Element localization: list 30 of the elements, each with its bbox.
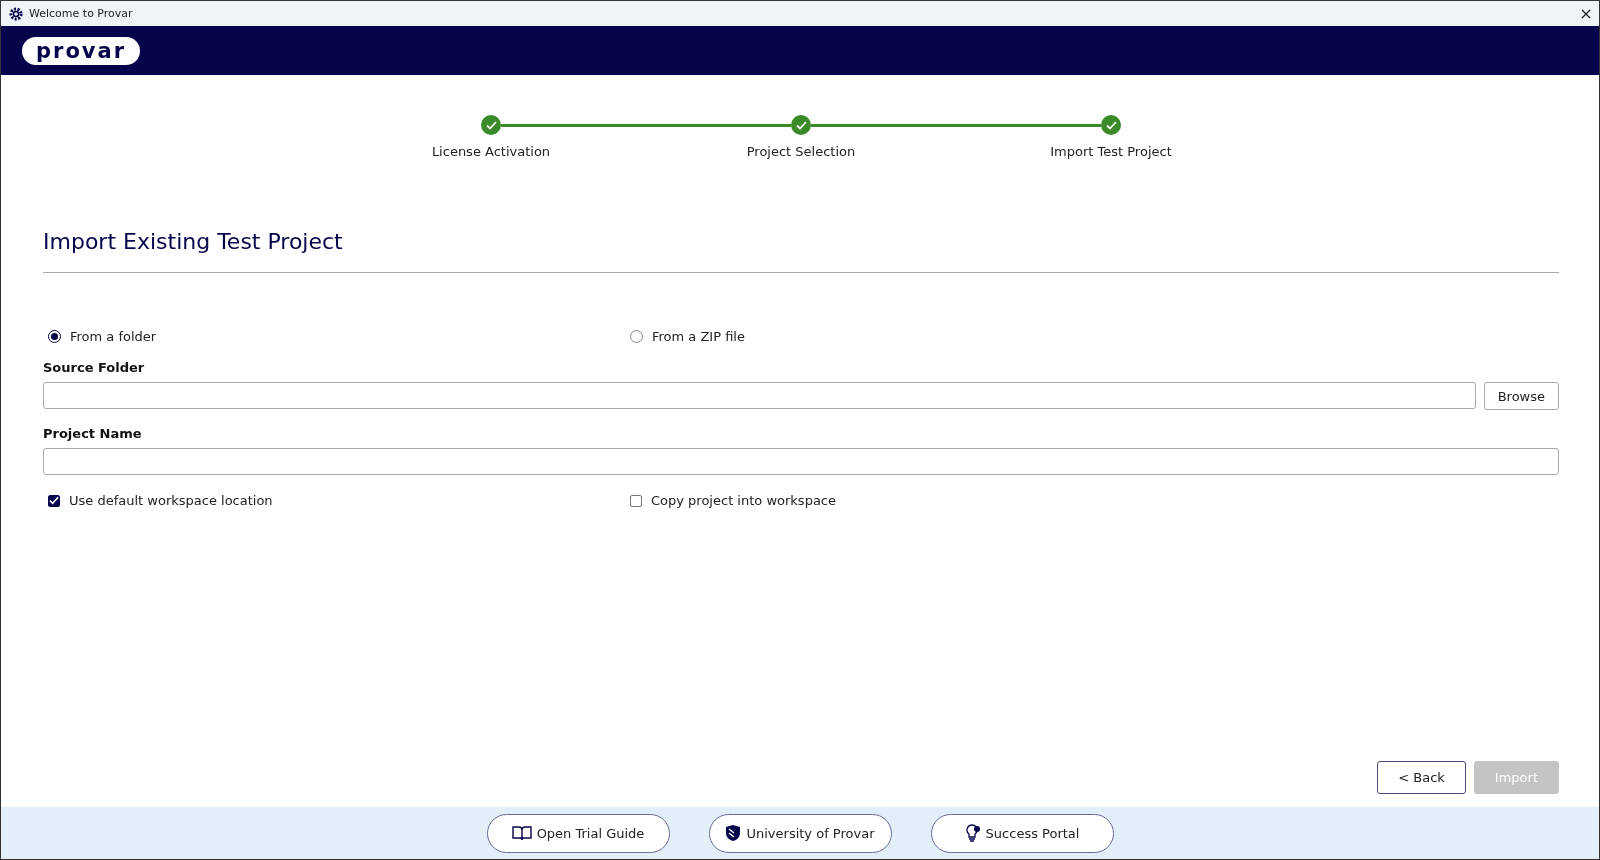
checkbox-label: Copy project into workspace (651, 493, 836, 508)
lightbulb-gear-icon (964, 823, 981, 843)
checkbox[interactable] (630, 494, 642, 507)
checkbox-label: Use default workspace location (69, 493, 273, 508)
input-field[interactable] (43, 448, 1559, 475)
link-button[interactable]: Success Portal (930, 813, 1114, 853)
radio-label: From a folder (70, 329, 157, 344)
check-icon (49, 496, 59, 505)
input-field[interactable] (43, 382, 1476, 409)
field-label: Project Name (43, 426, 143, 441)
shield-icon (725, 824, 742, 842)
check-icon (1105, 120, 1117, 130)
field-label: Source Folder (43, 360, 146, 375)
close-button[interactable] (1581, 8, 1591, 19)
browse-button[interactable]: Browse (1483, 382, 1559, 410)
page-heading: Import Existing Test Project (43, 229, 1559, 273)
step-label: License Activation (431, 144, 551, 159)
check-icon (795, 120, 807, 130)
step-label: Project Selection (746, 144, 856, 159)
link-button[interactable]: University of Provar (708, 813, 892, 853)
logo: provar (22, 36, 141, 65)
book-icon (511, 825, 532, 841)
check-icon (485, 120, 497, 130)
gear-icon (9, 6, 23, 21)
window-title: Welcome to Provar (29, 7, 134, 20)
step-label: Import Test Project (1050, 144, 1172, 159)
link-button[interactable]: Open Trial Guide (486, 813, 670, 853)
checkbox[interactable] (48, 494, 60, 507)
back-button[interactable]: < Back (1377, 761, 1466, 794)
radio-label: From a ZIP file (652, 329, 745, 344)
